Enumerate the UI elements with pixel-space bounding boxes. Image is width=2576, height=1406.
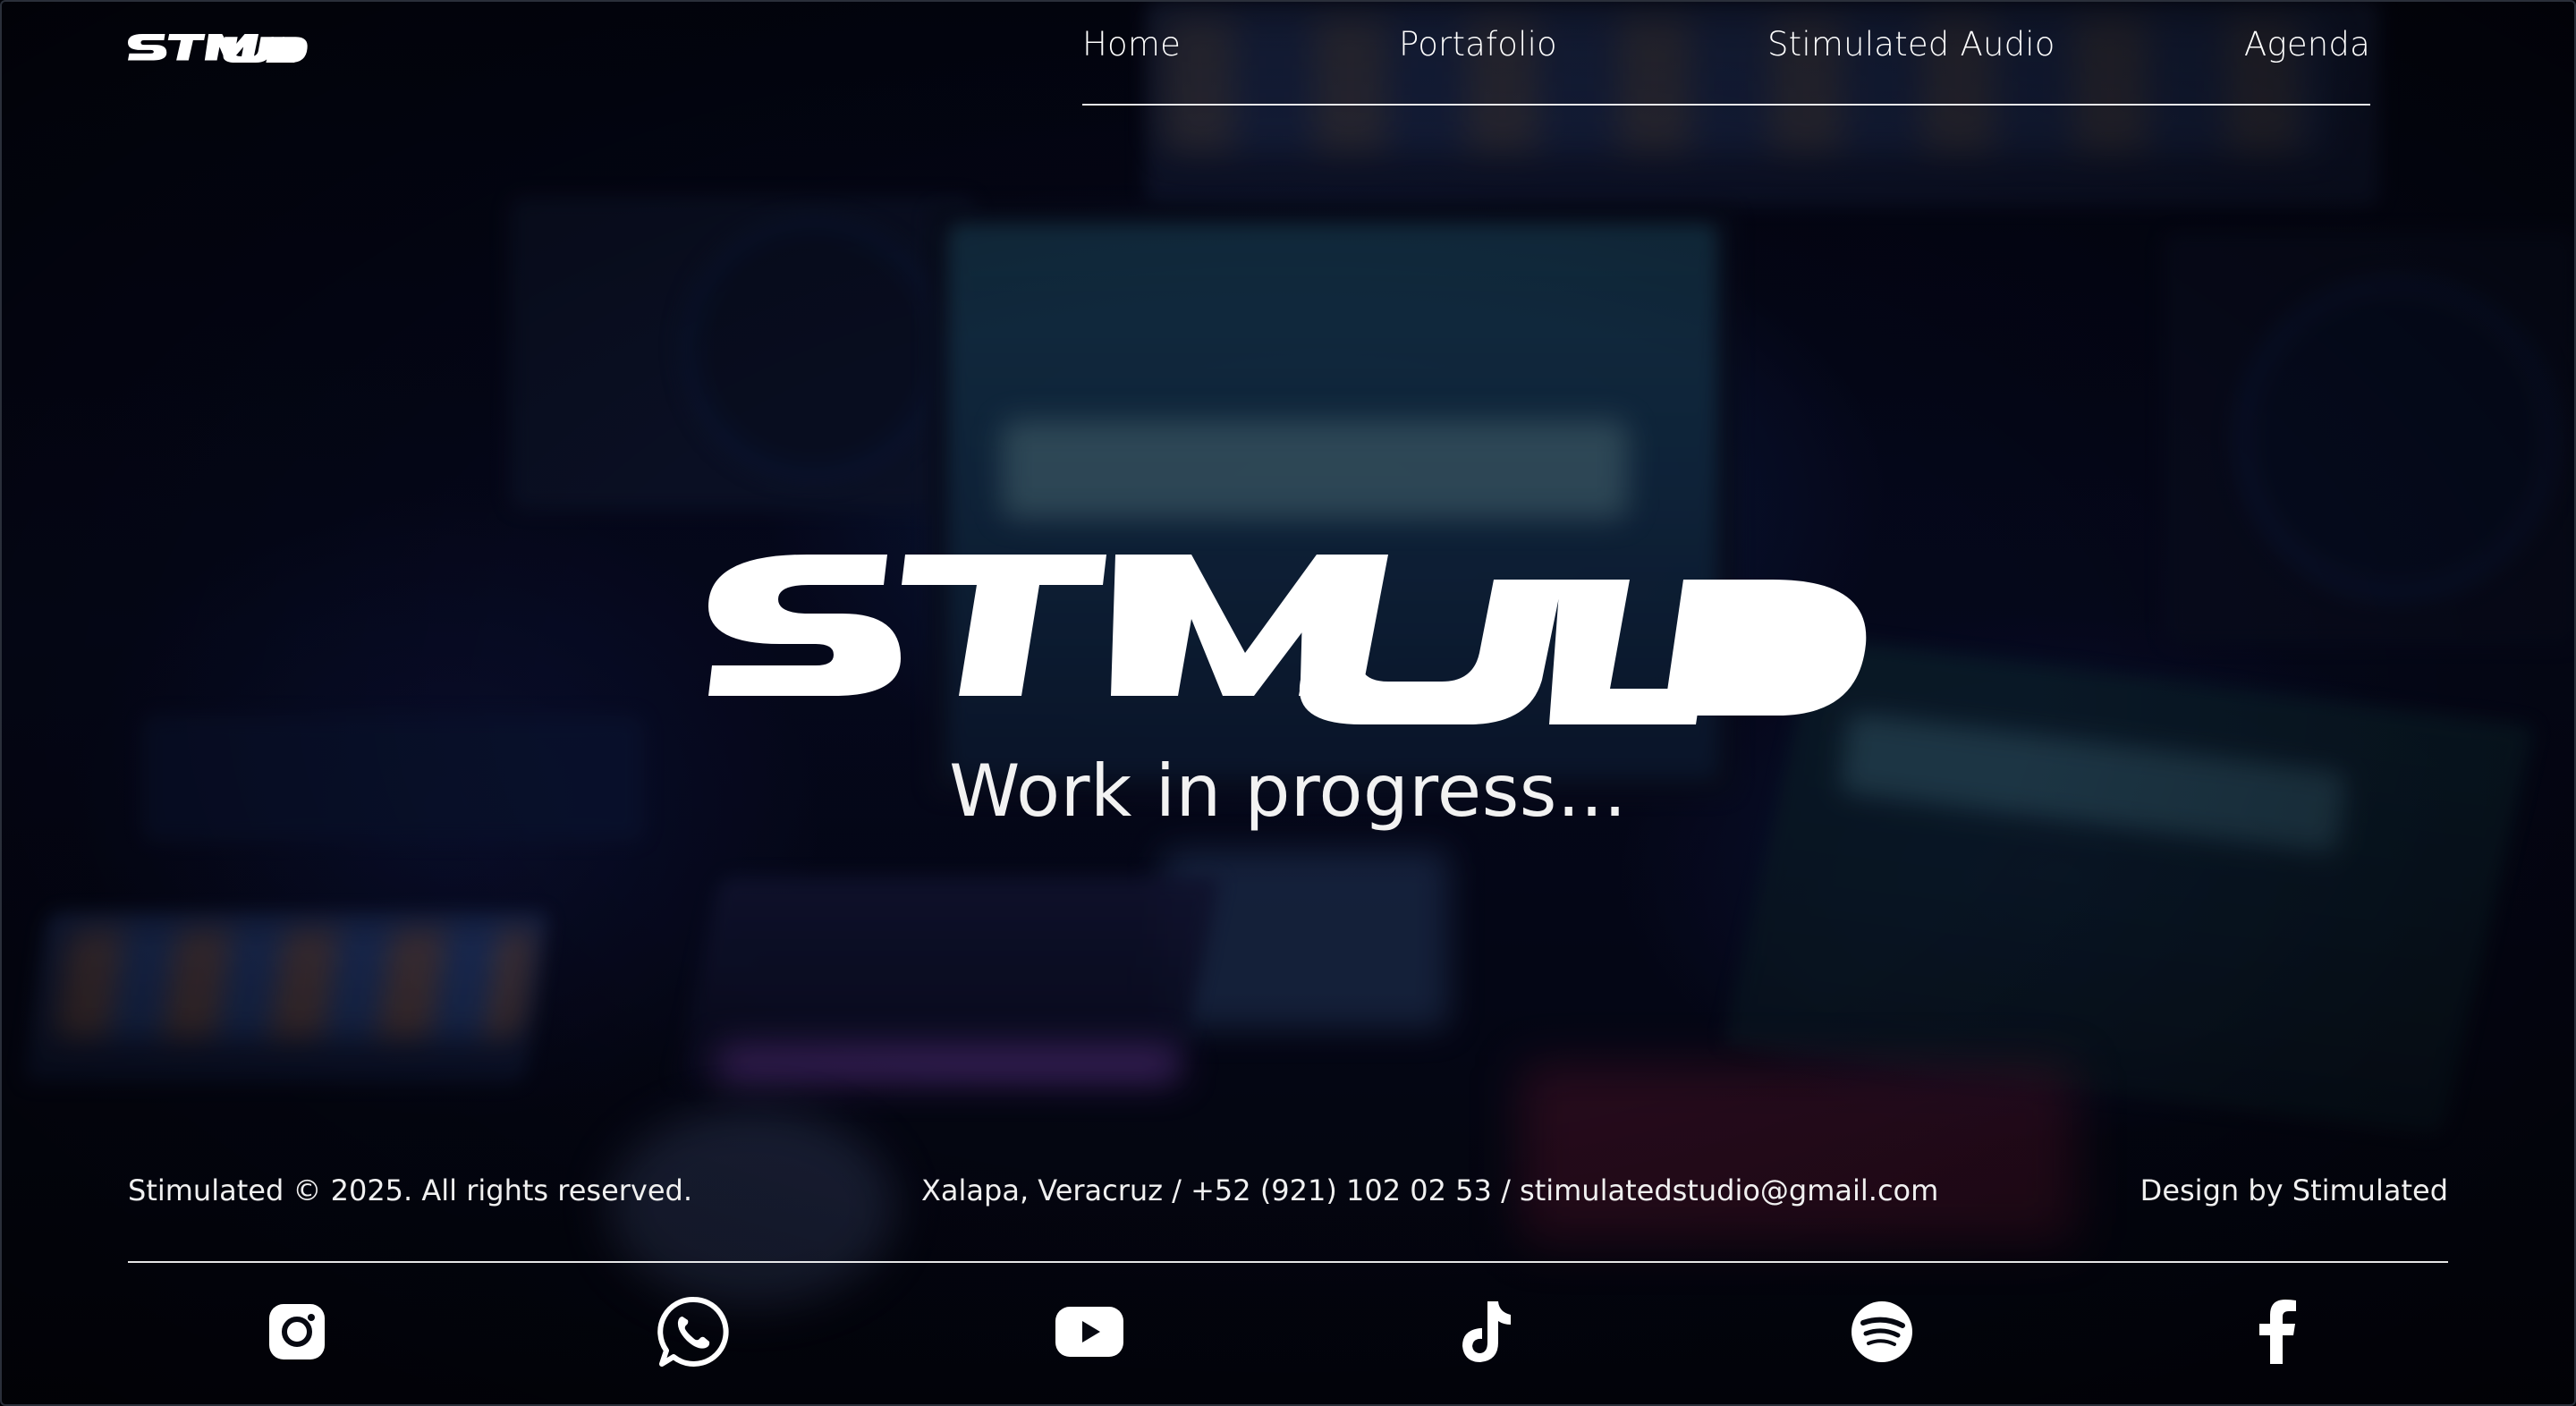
nav-item-agenda[interactable]: Agenda <box>2244 25 2370 64</box>
facebook-icon[interactable] <box>2240 1294 2315 1369</box>
brand-logo[interactable] <box>128 34 309 63</box>
youtube-icon[interactable] <box>1052 1294 1127 1369</box>
tiktok-icon[interactable] <box>1449 1294 1524 1369</box>
footer-divider <box>128 1261 2448 1263</box>
footer-copyright: Stimulated © 2025. All rights reserved. <box>128 1173 693 1207</box>
instagram-icon[interactable] <box>259 1294 335 1369</box>
nav-item-portafolio[interactable]: Portafolio <box>1399 25 1557 64</box>
hero-logo <box>708 555 1867 724</box>
footer-contact: Xalapa, Veracruz / +52 (921) 102 02 53 /… <box>921 1173 1939 1207</box>
footer-credit: Design by Stimulated <box>2140 1173 2448 1207</box>
main-nav: Home Portafolio Stimulated Audio Agenda <box>1082 25 2370 106</box>
hero-tagline: Work in progress... <box>949 750 1627 833</box>
whatsapp-icon[interactable] <box>657 1294 732 1369</box>
nav-item-stimulated-audio[interactable]: Stimulated Audio <box>1767 25 2055 64</box>
nav-item-home[interactable]: Home <box>1082 25 1181 64</box>
spotify-icon[interactable] <box>1844 1294 1919 1369</box>
